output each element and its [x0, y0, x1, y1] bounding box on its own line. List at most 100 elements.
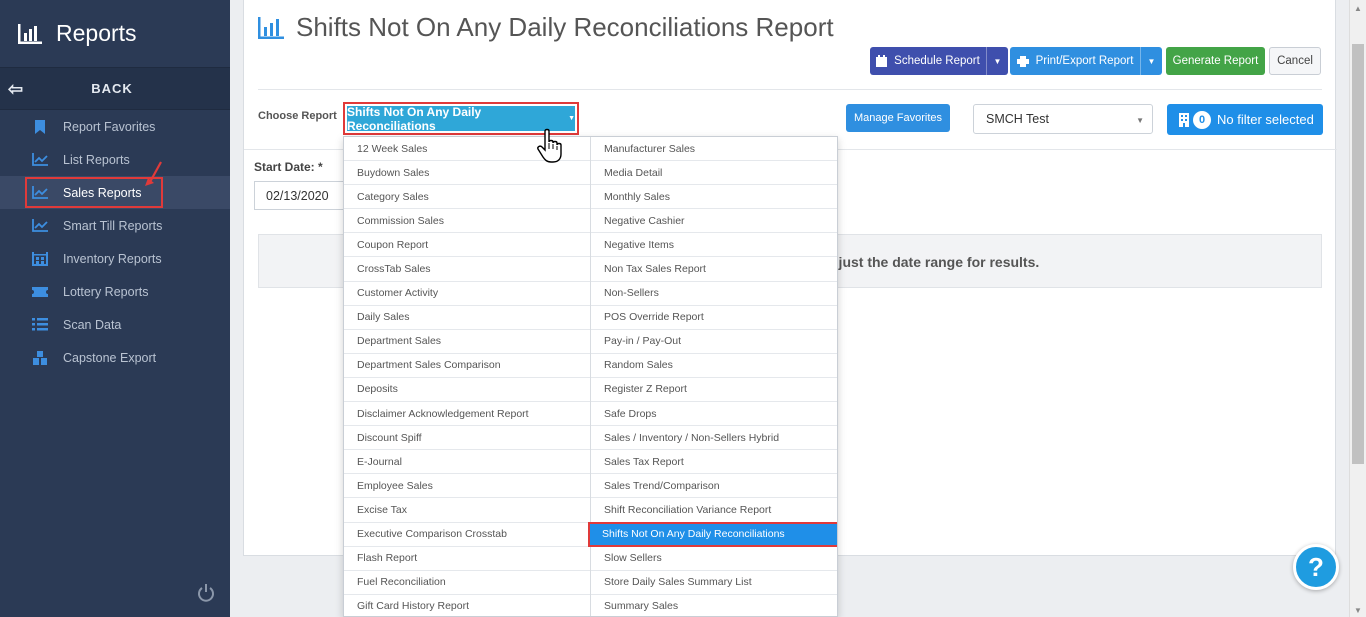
- print-icon: [1016, 55, 1029, 67]
- calendar-icon: [876, 55, 888, 67]
- print-export-button[interactable]: Print/Export Report ▼: [1010, 47, 1162, 75]
- dropdown-item[interactable]: Shift Reconciliation Variance Report: [591, 498, 837, 523]
- scrollbar-thumb[interactable]: [1352, 44, 1364, 464]
- info-message-text: djust the date range for results.: [830, 254, 1040, 270]
- dropdown-item[interactable]: Random Sales: [591, 354, 837, 378]
- back-button[interactable]: ⇦ BACK: [0, 68, 230, 110]
- power-icon[interactable]: [196, 583, 216, 603]
- bookmark-icon: [32, 119, 48, 134]
- sidebar-item-inventory-reports[interactable]: Inventory Reports: [0, 242, 230, 275]
- sidebar-item-label: Capstone Export: [63, 350, 157, 365]
- sidebar-item-label: Smart Till Reports: [63, 218, 163, 233]
- page-scrollbar[interactable]: ▲ ▼: [1349, 0, 1366, 617]
- page-title-text: Shifts Not On Any Daily Reconciliations …: [296, 12, 834, 42]
- dropdown-item-selected[interactable]: Shifts Not On Any Daily Reconciliations: [588, 521, 837, 547]
- caret-down-icon[interactable]: ▼: [986, 47, 1008, 75]
- list-icon: [32, 318, 48, 332]
- sidebar-item-label: Inventory Reports: [63, 251, 162, 266]
- store-select-value: SMCH Test: [986, 112, 1049, 126]
- annotation-arrow: [145, 161, 162, 186]
- dropdown-item[interactable]: Department Sales Comparison: [344, 354, 590, 378]
- dropdown-item[interactable]: E-Journal: [344, 450, 590, 475]
- dropdown-item[interactable]: CrossTab Sales: [344, 257, 590, 282]
- dropdown-item[interactable]: Daily Sales: [344, 306, 590, 330]
- dropdown-item[interactable]: Commission Sales: [344, 209, 590, 234]
- chart-line-icon: [32, 219, 48, 233]
- caret-down-icon: ▼: [568, 115, 575, 122]
- caret-down-icon: ▼: [1136, 116, 1144, 125]
- dropdown-item[interactable]: Media Detail: [591, 161, 837, 186]
- dropdown-item[interactable]: Discount Spiff: [344, 426, 590, 451]
- dropdown-item[interactable]: Sales / Inventory / Non-Sellers Hybrid: [591, 426, 837, 451]
- bar-chart-icon: [258, 16, 284, 39]
- divider: [258, 89, 1322, 90]
- dropdown-item[interactable]: Manufacturer Sales: [591, 137, 837, 162]
- help-button[interactable]: ?: [1293, 544, 1339, 590]
- dropdown-item[interactable]: Summary Sales: [591, 595, 837, 616]
- generate-report-button[interactable]: Generate Report: [1166, 47, 1265, 75]
- sidebar-item-scan-data[interactable]: Scan Data: [0, 308, 230, 341]
- cancel-button[interactable]: Cancel: [1269, 47, 1321, 75]
- dropdown-item[interactable]: Buydown Sales: [344, 161, 590, 186]
- scroll-down-icon[interactable]: ▼: [1354, 606, 1362, 615]
- store-select[interactable]: SMCH Test ▼: [973, 104, 1153, 134]
- dropdown-item[interactable]: Slow Sellers: [591, 547, 837, 571]
- sidebar-item-capstone-export[interactable]: Capstone Export: [0, 341, 230, 374]
- dropdown-item[interactable]: Negative Items: [591, 233, 837, 258]
- sidebar-item-report-favorites[interactable]: Report Favorites: [0, 110, 230, 143]
- dropdown-item[interactable]: Customer Activity: [344, 282, 590, 306]
- dropdown-item[interactable]: Non Tax Sales Report: [591, 257, 837, 282]
- bar-chart-icon: [18, 23, 42, 44]
- sidebar: Reports ⇦ BACK Report Favorites List Rep…: [0, 0, 230, 617]
- filter-label: No filter selected: [1217, 112, 1314, 127]
- ticket-icon: [32, 285, 48, 299]
- dropdown-item[interactable]: Category Sales: [344, 185, 590, 210]
- highlight-box: [588, 521, 837, 547]
- dropdown-item[interactable]: Employee Sales: [344, 474, 590, 499]
- arrow-left-icon: ⇦: [8, 79, 25, 99]
- report-dropdown-menu: 12 Week Sales Buydown Sales Category Sal…: [343, 136, 838, 617]
- dropdown-item[interactable]: Flash Report: [344, 547, 590, 571]
- caret-down-icon[interactable]: ▼: [1140, 47, 1162, 75]
- dropdown-item[interactable]: Monthly Sales: [591, 185, 837, 210]
- boxes-icon: [32, 350, 48, 365]
- selected-report-label: Shifts Not On Any Daily Reconciliations: [347, 104, 482, 133]
- dropdown-item[interactable]: Disclaimer Acknowledgement Report: [344, 402, 590, 427]
- scroll-up-icon[interactable]: ▲: [1354, 4, 1362, 13]
- schedule-report-label: Schedule Report: [894, 55, 980, 67]
- schedule-report-button[interactable]: Schedule Report ▼: [870, 47, 1008, 75]
- dropdown-item[interactable]: Fuel Reconciliation: [344, 571, 590, 595]
- dropdown-item[interactable]: Pay-in / Pay-Out: [591, 330, 837, 354]
- choose-report-label: Choose Report: [258, 110, 337, 122]
- print-export-label: Print/Export Report: [1035, 55, 1134, 67]
- dropdown-item[interactable]: Deposits: [344, 378, 590, 403]
- dropdown-item[interactable]: Excise Tax: [344, 498, 590, 523]
- sidebar-item-sales-reports[interactable]: Sales Reports: [0, 176, 230, 209]
- dropdown-item[interactable]: Non-Sellers: [591, 282, 837, 306]
- dropdown-item[interactable]: POS Override Report: [591, 306, 837, 330]
- dropdown-item[interactable]: Sales Trend/Comparison: [591, 474, 837, 499]
- sidebar-item-smart-till-reports[interactable]: Smart Till Reports: [0, 209, 230, 242]
- dropdown-item[interactable]: Safe Drops: [591, 402, 837, 427]
- hand-cursor-icon: [537, 128, 562, 163]
- building-icon: [1179, 112, 1189, 127]
- manage-favorites-button[interactable]: Manage Favorites: [846, 104, 950, 132]
- dropdown-column-1: 12 Week Sales Buydown Sales Category Sal…: [344, 137, 591, 616]
- start-date-label: Start Date: *: [254, 160, 323, 174]
- dropdown-item[interactable]: Executive Comparison Crosstab: [344, 523, 590, 547]
- start-date-input[interactable]: 02/13/2020: [254, 181, 349, 210]
- filter-button[interactable]: 0 No filter selected: [1167, 104, 1323, 135]
- sidebar-item-label: Scan Data: [63, 317, 122, 332]
- dropdown-item[interactable]: Negative Cashier: [591, 209, 837, 234]
- sidebar-item-label: Report Favorites: [63, 119, 156, 134]
- sidebar-item-list-reports[interactable]: List Reports: [0, 143, 230, 176]
- dropdown-item[interactable]: Sales Tax Report: [591, 450, 837, 475]
- dropdown-item[interactable]: Register Z Report: [591, 378, 837, 403]
- back-label: BACK: [91, 81, 133, 96]
- dropdown-item[interactable]: Coupon Report: [344, 233, 590, 258]
- sidebar-item-lottery-reports[interactable]: Lottery Reports: [0, 275, 230, 308]
- dropdown-item[interactable]: Department Sales: [344, 330, 590, 354]
- dropdown-item[interactable]: Store Daily Sales Summary List: [591, 571, 837, 595]
- sidebar-item-label: List Reports: [63, 152, 130, 167]
- dropdown-item[interactable]: Gift Card History Report: [344, 595, 590, 616]
